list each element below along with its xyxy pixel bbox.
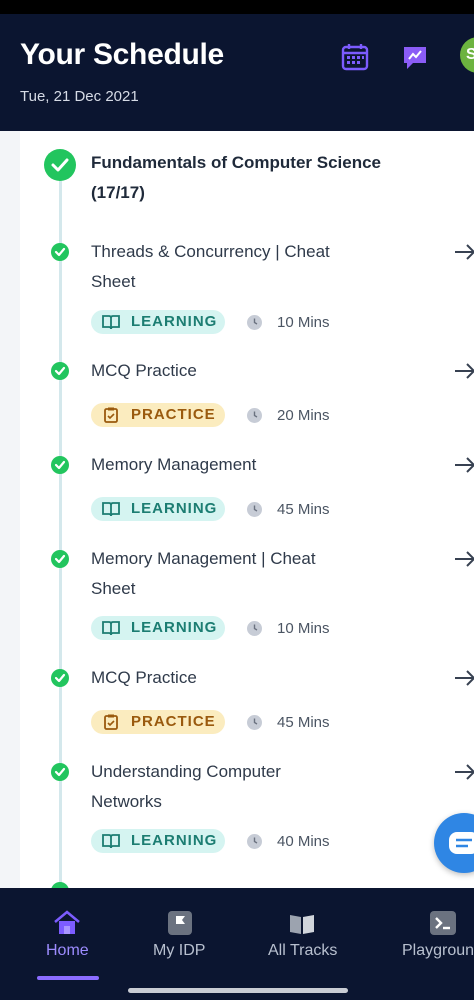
nav-label: My IDP: [153, 942, 206, 959]
duration: 10 Mins: [277, 314, 330, 331]
page-title: Your Schedule: [20, 38, 224, 71]
chat-icon[interactable]: [400, 42, 430, 72]
type-badge: LEARNING: [91, 616, 225, 640]
duration: 20 Mins: [277, 407, 330, 424]
type-badge: LEARNING: [91, 497, 225, 521]
clock-icon: [247, 834, 262, 849]
type-badge: PRACTICE: [91, 710, 225, 734]
section-title: Fundamentals of Computer Science (17/17): [91, 153, 381, 202]
check-icon: [51, 669, 69, 687]
nav-active-indicator: [37, 976, 99, 980]
clock-icon: [247, 502, 262, 517]
book-open-icon: [102, 315, 120, 330]
nav-all-tracks[interactable]: All Tracks: [260, 888, 360, 988]
check-icon: [51, 763, 69, 781]
arrow-right-icon[interactable]: [454, 362, 474, 380]
badge-label: LEARNING: [131, 832, 218, 849]
badge-label: PRACTICE: [131, 713, 216, 730]
message-icon: [449, 832, 474, 854]
item-title: Understanding Computer Networks: [91, 762, 281, 811]
section-complete-check-icon: [44, 149, 76, 181]
duration: 45 Mins: [277, 714, 330, 731]
arrow-right-icon[interactable]: [454, 456, 474, 474]
schedule-card: Fundamentals of Computer Science (17/17)…: [20, 131, 474, 888]
item-title: Threads & Concurrency | Cheat Sheet: [91, 242, 330, 291]
arrow-right-icon[interactable]: [454, 243, 474, 261]
check-icon: [51, 550, 69, 568]
status-bar: [0, 0, 474, 14]
clock-icon: [247, 408, 262, 423]
item-title: MCQ Practice: [91, 668, 197, 687]
nav-playground[interactable]: Playground: [390, 888, 474, 988]
badge-label: LEARNING: [131, 619, 218, 636]
badge-label: LEARNING: [131, 500, 218, 517]
type-badge: LEARNING: [91, 310, 225, 334]
arrow-right-icon[interactable]: [454, 669, 474, 687]
check-icon: [51, 362, 69, 380]
book-open-icon: [102, 502, 120, 517]
duration: 40 Mins: [277, 833, 330, 850]
clock-icon: [247, 315, 262, 330]
item-title: MCQ Practice: [91, 361, 197, 380]
book-icon: [290, 915, 314, 934]
clipboard-icon: [104, 714, 118, 730]
header: Your Schedule Tue, 21 Dec 2021 S: [0, 14, 474, 131]
book-open-icon: [102, 621, 120, 636]
nav-home[interactable]: Home: [0, 888, 136, 988]
terminal-icon: [430, 911, 456, 935]
badge-label: LEARNING: [131, 313, 218, 330]
duration: 45 Mins: [277, 501, 330, 518]
arrow-right-icon[interactable]: [454, 763, 474, 781]
avatar[interactable]: S: [460, 37, 474, 73]
type-badge: LEARNING: [91, 829, 225, 853]
calendar-icon[interactable]: [340, 42, 370, 72]
nav-my-idp[interactable]: My IDP: [136, 888, 226, 988]
duration: 10 Mins: [277, 620, 330, 637]
nav-label: Playground: [402, 942, 474, 959]
clock-icon: [247, 715, 262, 730]
check-icon: [51, 456, 69, 474]
home-icon: [54, 910, 80, 934]
nav-label: Home: [46, 942, 89, 959]
schedule-content: Fundamentals of Computer Science (17/17)…: [0, 131, 474, 888]
arrow-right-icon[interactable]: [454, 550, 474, 568]
type-badge: PRACTICE: [91, 403, 225, 427]
schedule-date: Tue, 21 Dec 2021: [20, 88, 139, 105]
badge-label: PRACTICE: [131, 406, 216, 423]
clock-icon: [247, 621, 262, 636]
book-open-icon: [102, 834, 120, 849]
item-title: Memory Management: [91, 455, 257, 474]
check-icon: [51, 243, 69, 261]
bottom-nav: Home My IDP All Tracks Playground: [0, 888, 474, 1000]
clipboard-icon: [104, 407, 118, 423]
nav-label: All Tracks: [268, 942, 338, 959]
gesture-home-bar[interactable]: [128, 988, 348, 993]
item-title: Memory Management | Cheat Sheet: [91, 549, 316, 598]
flag-icon: [168, 911, 192, 935]
